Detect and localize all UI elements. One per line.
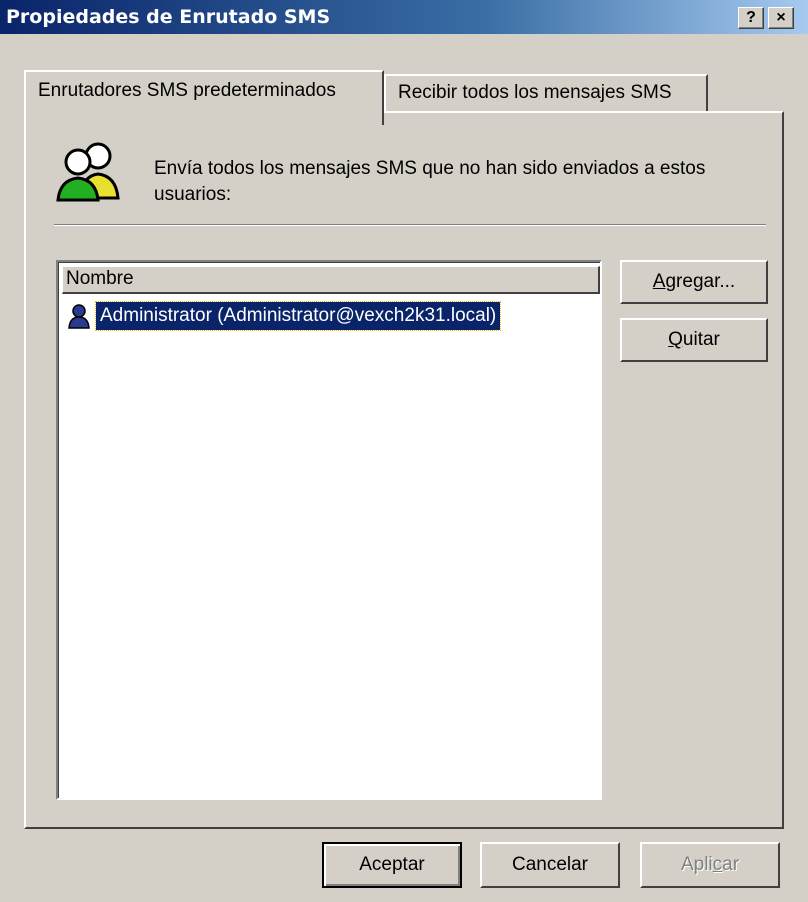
tab-label: Recibir todos los mensajes SMS: [398, 82, 672, 103]
apply-button[interactable]: Aplicar: [640, 842, 780, 888]
remove-button-label-post: uitar: [682, 329, 720, 350]
cancel-button[interactable]: Cancelar: [480, 842, 620, 888]
add-button[interactable]: Agregar...: [620, 260, 768, 304]
remove-button-mnemonic: Q: [668, 329, 683, 350]
add-button-label-post: gregar...: [665, 271, 736, 292]
separator: [54, 224, 766, 226]
column-header-name[interactable]: Nombre: [62, 266, 600, 294]
user-icon: [68, 304, 90, 329]
section-description: Envía todos los mensajes SMS que no han …: [154, 158, 706, 205]
users-icon: [56, 142, 120, 202]
help-button[interactable]: ?: [738, 7, 764, 29]
add-button-mnemonic: A: [652, 271, 666, 292]
close-button[interactable]: ×: [768, 7, 794, 29]
tab-default-sms-routers[interactable]: Enrutadores SMS predeterminados: [24, 70, 384, 125]
window-title: Propiedades de Enrutado SMS: [6, 6, 331, 28]
tab-label: Enrutadores SMS predeterminados: [38, 80, 336, 101]
recipients-list[interactable]: Nombre Administrator (Administrator@vexc…: [56, 260, 602, 800]
title-bar[interactable]: Propiedades de Enrutado SMS ? ×: [0, 0, 808, 34]
tab-receive-all-sms[interactable]: Recibir todos los mensajes SMS: [384, 74, 708, 112]
list-item-label: Administrator (Administrator@vexch2k31.l…: [94, 301, 502, 331]
apply-button-label-pre: Apli: [680, 854, 713, 875]
apply-button-label-post: ar: [722, 854, 740, 875]
properties-dialog: Propiedades de Enrutado SMS ? × Enrutado…: [0, 0, 808, 902]
column-header-label: Nombre: [66, 268, 134, 289]
ok-button-label: Aceptar: [359, 854, 425, 875]
remove-button[interactable]: Quitar: [620, 318, 768, 362]
cancel-button-label: Cancelar: [511, 854, 589, 875]
apply-button-mnemonic: c: [712, 854, 723, 875]
ok-button[interactable]: Aceptar: [322, 842, 462, 888]
